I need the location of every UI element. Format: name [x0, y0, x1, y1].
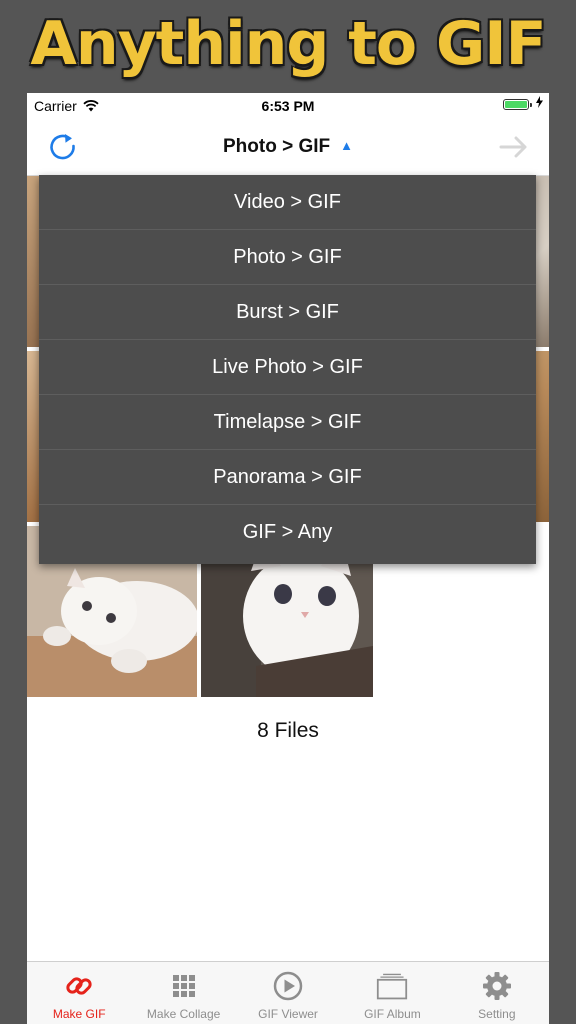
battery-icon: [503, 99, 532, 110]
tab-gif-album[interactable]: GIF Album: [340, 962, 444, 1024]
tab-make-gif[interactable]: Make GIF: [27, 962, 131, 1024]
source-dropdown-menu: Video > GIF Photo > GIF Burst > GIF Live…: [39, 175, 536, 564]
next-arrow-icon[interactable]: [497, 131, 531, 163]
tab-gif-viewer[interactable]: GIF Viewer: [236, 962, 340, 1024]
menu-item-photo-to-gif[interactable]: Photo > GIF: [39, 230, 536, 285]
menu-item-live-photo-to-gif[interactable]: Live Photo > GIF: [39, 340, 536, 395]
link-icon: [66, 977, 92, 995]
menu-item-timelapse-to-gif[interactable]: Timelapse > GIF: [39, 395, 536, 450]
status-bar: Carrier 6:53 PM: [27, 93, 549, 119]
gear-icon: [482, 972, 511, 1000]
tab-make-collage[interactable]: Make Collage: [131, 962, 235, 1024]
menu-item-panorama-to-gif[interactable]: Panorama > GIF: [39, 450, 536, 505]
menu-item-burst-to-gif[interactable]: Burst > GIF: [39, 285, 536, 340]
tab-label: GIF Album: [364, 1007, 421, 1021]
play-circle-icon: [273, 971, 303, 1001]
tab-label: Setting: [478, 1007, 516, 1021]
grid-icon: [172, 975, 195, 997]
source-selector[interactable]: Photo > GIF ▲: [27, 136, 549, 158]
tab-setting[interactable]: Setting: [445, 962, 549, 1024]
tab-label: GIF Viewer: [258, 1007, 318, 1021]
promo-title: Anything to GIF: [30, 8, 546, 79]
charging-icon: [536, 96, 543, 108]
tab-label: Make GIF: [52, 1007, 106, 1021]
tab-bar: Make GIF Make Collage GIF Viewer GIF Alb…: [27, 961, 549, 1024]
dropdown-caret-icon: ▲: [340, 138, 353, 153]
tab-label: Make Collage: [146, 1007, 221, 1021]
menu-item-video-to-gif[interactable]: Video > GIF: [39, 175, 536, 230]
files-count-label: 8 Files: [257, 719, 319, 742]
nav-title-label: Photo > GIF: [222, 136, 331, 157]
menu-item-gif-to-any[interactable]: GIF > Any: [39, 505, 536, 560]
navigation-bar: Photo > GIF ▲: [27, 119, 549, 176]
promo-banner: Anything to GIF: [0, 0, 576, 93]
status-time: 6:53 PM: [261, 98, 315, 114]
album-icon: [377, 973, 408, 1000]
phone-screen: Carrier 6:53 PM Photo > GIF ▲ Video > GI…: [27, 93, 549, 1024]
